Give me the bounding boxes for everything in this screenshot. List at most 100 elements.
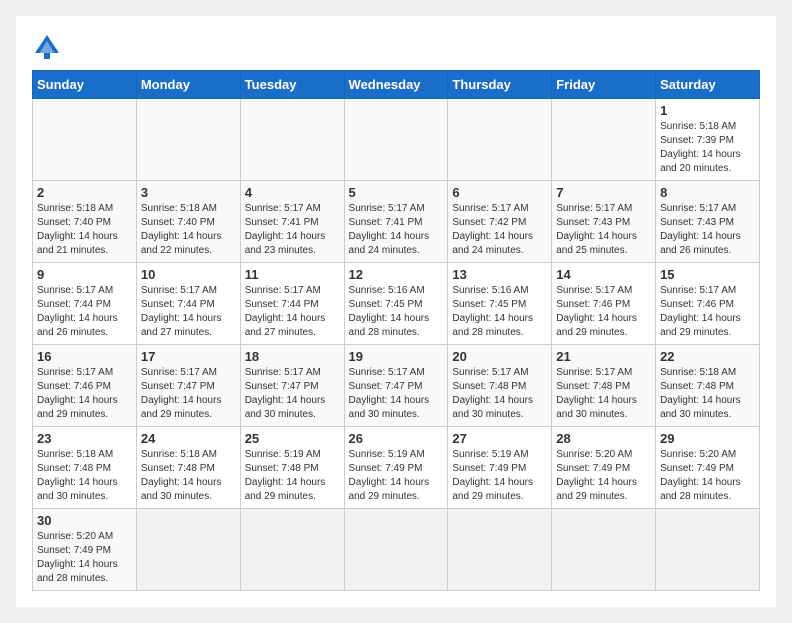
calendar-cell: 18 Sunrise: 5:17 AM Sunset: 7:47 PM Dayli… — [240, 345, 344, 427]
calendar-cell — [33, 99, 137, 181]
calendar-week-row: 9 Sunrise: 5:17 AM Sunset: 7:44 PM Daylig… — [33, 263, 760, 345]
day-info: Sunrise: 5:17 AM Sunset: 7:44 PM Dayligh… — [245, 284, 340, 340]
calendar-cell: 12Sunrise: 5:16 AM Sunset: 7:45 PM Dayli… — [344, 263, 448, 345]
day-info: Sunrise: 5:17 AM Sunset: 7:48 PM Dayligh… — [556, 366, 651, 422]
day-info: Sunrise: 5:20 AM Sunset: 7:49 PM Dayligh… — [556, 448, 651, 504]
day-info: Sunrise: 5:17 AM Sunset: 7:44 PM Dayligh… — [141, 284, 236, 340]
day-info: Sunrise: 5:18 AM Sunset: 7:40 PM Dayligh… — [141, 202, 236, 258]
day-number: 27 — [452, 431, 547, 446]
day-info: Sunrise: 5:18 AM Sunset: 7:48 PM Dayligh… — [660, 366, 755, 422]
calendar-cell: 11 Sunrise: 5:17 AM Sunset: 7:44 PM Dayli… — [240, 263, 344, 345]
calendar-cell: 27 Sunrise: 5:19 AM Sunset: 7:49 PM Dayli… — [448, 427, 552, 509]
calendar-cell: 13 Sunrise: 5:16 AM Sunset: 7:45 PM Dayli… — [448, 263, 552, 345]
calendar-cell — [240, 99, 344, 181]
calendar-cell: 3 Sunrise: 5:18 AM Sunset: 7:40 PM Daylig… — [136, 181, 240, 263]
calendar-cell — [344, 99, 448, 181]
day-info: Sunrise: 5:20 AM Sunset: 7:49 PM Dayligh… — [37, 530, 132, 586]
day-info: Sunrise: 5:17 AM Sunset: 7:47 PM Dayligh… — [349, 366, 444, 422]
weekday-header-tuesday: Tuesday — [240, 71, 344, 99]
calendar-week-row: 16 Sunrise: 5:17 AM Sunset: 7:46 PM Dayli… — [33, 345, 760, 427]
day-number: 6 — [452, 185, 547, 200]
day-info: Sunrise: 5:16 AM Sunset: 7:45 PM Dayligh… — [452, 284, 547, 340]
calendar-cell: 7 Sunrise: 5:17 AM Sunset: 7:43 PM Daylig… — [552, 181, 656, 263]
calendar-cell — [656, 509, 760, 591]
day-info: Sunrise: 5:17 AM Sunset: 7:42 PM Dayligh… — [452, 202, 547, 258]
day-info: Sunrise: 5:19 AM Sunset: 7:49 PM Dayligh… — [349, 448, 444, 504]
day-info: Sunrise: 5:17 AM Sunset: 7:41 PM Dayligh… — [349, 202, 444, 258]
day-number: 24 — [141, 431, 236, 446]
calendar-cell: 5Sunrise: 5:17 AM Sunset: 7:41 PM Daylig… — [344, 181, 448, 263]
calendar-table: SundayMondayTuesdayWednesdayThursdayFrid… — [32, 70, 760, 591]
calendar-cell: 30 Sunrise: 5:20 AM Sunset: 7:49 PM Dayli… — [33, 509, 137, 591]
day-number: 30 — [37, 513, 132, 528]
day-info: Sunrise: 5:18 AM Sunset: 7:48 PM Dayligh… — [141, 448, 236, 504]
day-number: 29 — [660, 431, 755, 446]
calendar-cell: 10Sunrise: 5:17 AM Sunset: 7:44 PM Dayli… — [136, 263, 240, 345]
day-number: 13 — [452, 267, 547, 282]
calendar-cell: 17Sunrise: 5:17 AM Sunset: 7:47 PM Dayli… — [136, 345, 240, 427]
calendar-week-row: 30 Sunrise: 5:20 AM Sunset: 7:49 PM Dayli… — [33, 509, 760, 591]
calendar-cell: 8 Sunrise: 5:17 AM Sunset: 7:43 PM Daylig… — [656, 181, 760, 263]
calendar-cell — [344, 509, 448, 591]
calendar-cell: 22 Sunrise: 5:18 AM Sunset: 7:48 PM Dayli… — [656, 345, 760, 427]
calendar-cell: 19 Sunrise: 5:17 AM Sunset: 7:47 PM Dayli… — [344, 345, 448, 427]
day-info: Sunrise: 5:17 AM Sunset: 7:46 PM Dayligh… — [660, 284, 755, 340]
day-info: Sunrise: 5:17 AM Sunset: 7:47 PM Dayligh… — [245, 366, 340, 422]
calendar-cell: 9 Sunrise: 5:17 AM Sunset: 7:44 PM Daylig… — [33, 263, 137, 345]
calendar-cell: 29 Sunrise: 5:20 AM Sunset: 7:49 PM Dayli… — [656, 427, 760, 509]
weekday-header-row: SundayMondayTuesdayWednesdayThursdayFrid… — [33, 71, 760, 99]
weekday-header-friday: Friday — [552, 71, 656, 99]
day-number: 3 — [141, 185, 236, 200]
weekday-header-wednesday: Wednesday — [344, 71, 448, 99]
day-number: 19 — [349, 349, 444, 364]
calendar-cell — [552, 509, 656, 591]
calendar-cell — [240, 509, 344, 591]
calendar-cell: 14 Sunrise: 5:17 AM Sunset: 7:46 PM Dayli… — [552, 263, 656, 345]
day-info: Sunrise: 5:19 AM Sunset: 7:48 PM Dayligh… — [245, 448, 340, 504]
calendar-cell: 16 Sunrise: 5:17 AM Sunset: 7:46 PM Dayli… — [33, 345, 137, 427]
day-number: 9 — [37, 267, 132, 282]
logo — [32, 32, 66, 62]
calendar-cell: 15Sunrise: 5:17 AM Sunset: 7:46 PM Dayli… — [656, 263, 760, 345]
day-number: 17 — [141, 349, 236, 364]
calendar-cell: 4Sunrise: 5:17 AM Sunset: 7:41 PM Daylig… — [240, 181, 344, 263]
calendar-week-row: 1Sunrise: 5:18 AM Sunset: 7:39 PM Daylig… — [33, 99, 760, 181]
calendar-cell: 2Sunrise: 5:18 AM Sunset: 7:40 PM Daylig… — [33, 181, 137, 263]
day-number: 26 — [349, 431, 444, 446]
day-number: 28 — [556, 431, 651, 446]
day-number: 16 — [37, 349, 132, 364]
calendar-cell: 21Sunrise: 5:17 AM Sunset: 7:48 PM Dayli… — [552, 345, 656, 427]
day-info: Sunrise: 5:17 AM Sunset: 7:43 PM Dayligh… — [660, 202, 755, 258]
weekday-header-saturday: Saturday — [656, 71, 760, 99]
day-info: Sunrise: 5:17 AM Sunset: 7:44 PM Dayligh… — [37, 284, 132, 340]
day-info: Sunrise: 5:19 AM Sunset: 7:49 PM Dayligh… — [452, 448, 547, 504]
day-number: 20 — [452, 349, 547, 364]
calendar-cell — [552, 99, 656, 181]
calendar-week-row: 23Sunrise: 5:18 AM Sunset: 7:48 PM Dayli… — [33, 427, 760, 509]
calendar-cell: 6 Sunrise: 5:17 AM Sunset: 7:42 PM Daylig… — [448, 181, 552, 263]
calendar-week-row: 2 Sunrise: 5:18 AM Sunset: 7:40 PM Daylig… — [33, 181, 760, 263]
day-number: 12 — [349, 267, 444, 282]
day-info: Sunrise: 5:17 AM Sunset: 7:46 PM Dayligh… — [556, 284, 651, 340]
day-info: Sunrise: 5:17 AM Sunset: 7:46 PM Dayligh… — [37, 366, 132, 422]
day-info: Sunrise: 5:18 AM Sunset: 7:48 PM Dayligh… — [37, 448, 132, 504]
calendar-cell: 28 Sunrise: 5:20 AM Sunset: 7:49 PM Dayli… — [552, 427, 656, 509]
day-info: Sunrise: 5:20 AM Sunset: 7:49 PM Dayligh… — [660, 448, 755, 504]
weekday-header-thursday: Thursday — [448, 71, 552, 99]
day-number: 2 — [37, 185, 132, 200]
weekday-header-sunday: Sunday — [33, 71, 137, 99]
day-number: 22 — [660, 349, 755, 364]
day-info: Sunrise: 5:17 AM Sunset: 7:41 PM Dayligh… — [245, 202, 340, 258]
calendar-page: SundayMondayTuesdayWednesdayThursdayFrid… — [16, 16, 776, 607]
day-number: 11 — [245, 267, 340, 282]
day-number: 14 — [556, 267, 651, 282]
day-number: 18 — [245, 349, 340, 364]
day-number: 8 — [660, 185, 755, 200]
calendar-cell: 20Sunrise: 5:17 AM Sunset: 7:48 PM Dayli… — [448, 345, 552, 427]
day-info: Sunrise: 5:17 AM Sunset: 7:43 PM Dayligh… — [556, 202, 651, 258]
calendar-cell: 23Sunrise: 5:18 AM Sunset: 7:48 PM Dayli… — [33, 427, 137, 509]
day-number: 7 — [556, 185, 651, 200]
logo-icon — [32, 32, 62, 62]
day-number: 1 — [660, 103, 755, 118]
calendar-cell: 1Sunrise: 5:18 AM Sunset: 7:39 PM Daylig… — [656, 99, 760, 181]
